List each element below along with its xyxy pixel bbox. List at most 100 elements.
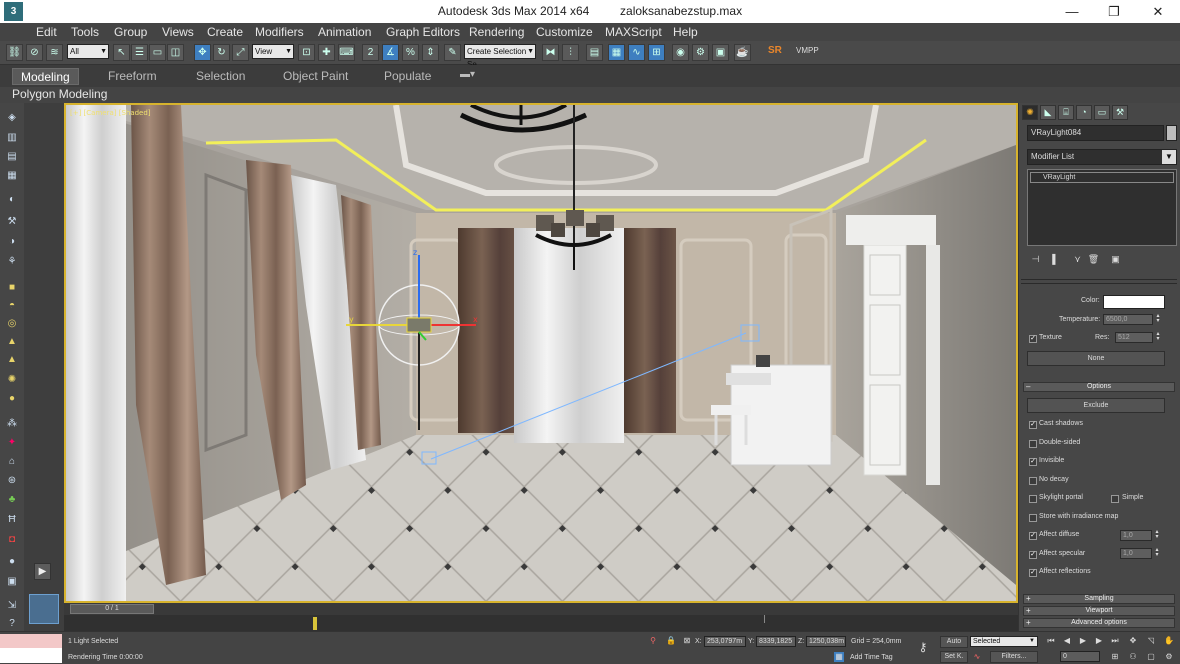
- align-icon[interactable]: ⫶: [562, 44, 579, 61]
- menu-graph-editors[interactable]: Graph Editors: [386, 25, 460, 39]
- temperature-spinner[interactable]: ▴ ▾: [1155, 313, 1161, 325]
- plane-icon[interactable]: ⌂: [5, 455, 19, 468]
- affect-reflections-checkbox[interactable]: [1029, 569, 1037, 577]
- current-frame-field[interactable]: 0: [1060, 651, 1100, 662]
- menu-edit[interactable]: Edit: [36, 25, 57, 39]
- select-rotate-icon[interactable]: ↻: [213, 44, 230, 61]
- affect-diffuse-spinner[interactable]: ▴ ▾: [1154, 529, 1160, 541]
- menu-help[interactable]: Help: [673, 25, 698, 39]
- system-icon[interactable]: ⚘: [5, 255, 19, 268]
- sphere-icon[interactable]: ▤: [5, 150, 19, 163]
- teapot-icon[interactable]: ⊛: [5, 474, 19, 487]
- menu-modifiers[interactable]: Modifiers: [255, 25, 304, 39]
- tab-object-paint[interactable]: Object Paint: [275, 68, 356, 85]
- render-production-icon[interactable]: ☕: [734, 44, 751, 61]
- helper-icon[interactable]: ⚒: [5, 215, 19, 228]
- minimize-button[interactable]: —: [1050, 0, 1094, 23]
- named-selection-dropdown[interactable]: Create Selection Se ▼: [464, 44, 536, 69]
- store-irradiance-checkbox[interactable]: [1029, 514, 1037, 522]
- light-icon[interactable]: ▦: [5, 169, 19, 182]
- material-editor-icon[interactable]: ◉: [672, 44, 689, 61]
- cylinder-icon[interactable]: ▣: [5, 575, 19, 588]
- percent-snap-icon[interactable]: %: [402, 44, 419, 61]
- field-of-view-icon[interactable]: ◹: [1146, 636, 1156, 646]
- bind-spacewarp-icon[interactable]: ≋: [46, 44, 63, 61]
- menu-tools[interactable]: Tools: [71, 25, 99, 39]
- create-tab-icon[interactable]: ✺: [1022, 105, 1038, 120]
- spinner-snap-icon[interactable]: ⇕: [422, 44, 439, 61]
- menu-views[interactable]: Views: [162, 25, 194, 39]
- dome-icon[interactable]: ◓: [5, 299, 19, 312]
- utilities-tab-icon[interactable]: ⚒: [1112, 105, 1128, 120]
- tab-freeform[interactable]: Freeform: [100, 68, 165, 85]
- select-manipulate-icon[interactable]: ✚: [318, 44, 335, 61]
- pin-stack-icon[interactable]: ⊣: [1029, 253, 1042, 266]
- light-color-swatch[interactable]: [1103, 295, 1165, 309]
- walkthrough-icon[interactable]: ⚙: [1164, 652, 1174, 662]
- maximize-button[interactable]: ❐: [1092, 0, 1136, 23]
- viewport-label[interactable]: [+] [Camera] [Shaded]: [70, 109, 151, 117]
- z-coordinate-field[interactable]: 1250,038m: [806, 636, 846, 647]
- tab-populate[interactable]: Populate: [376, 68, 439, 85]
- key-mode-icon[interactable]: ⊞: [1110, 652, 1120, 662]
- cube-icon[interactable]: ▥: [5, 131, 19, 144]
- auto-key-button[interactable]: Auto: [940, 636, 968, 648]
- pyramid-icon[interactable]: ▲: [5, 353, 19, 366]
- mirror-icon[interactable]: ⧓: [542, 44, 559, 61]
- object-color-swatch[interactable]: [1166, 125, 1177, 141]
- ribbon-options-icon[interactable]: ▬▾: [452, 68, 483, 85]
- rect-region-icon[interactable]: ▭: [149, 44, 166, 61]
- unlink-icon[interactable]: ⊘: [26, 44, 43, 61]
- y-coordinate-field[interactable]: 8339,1825: [756, 636, 796, 647]
- schematic-view-icon[interactable]: ⊞: [648, 44, 665, 61]
- x-coordinate-field[interactable]: 253,0797m: [704, 636, 746, 647]
- render-setup-icon[interactable]: ⚙: [692, 44, 709, 61]
- snap-2-5-icon[interactable]: 2: [362, 44, 379, 61]
- add-time-tag[interactable]: Add Time Tag: [850, 654, 893, 661]
- menu-maxscript[interactable]: MAXScript: [605, 25, 662, 39]
- close-button[interactable]: ✕: [1136, 0, 1180, 23]
- torus-icon[interactable]: ◎: [5, 317, 19, 330]
- affect-specular-checkbox[interactable]: [1029, 551, 1037, 559]
- link-icon[interactable]: ⛓: [6, 44, 23, 61]
- filters-button[interactable]: Filters...: [990, 651, 1038, 663]
- question-icon[interactable]: ?: [5, 617, 19, 630]
- motion-tab-icon[interactable]: ◔: [1076, 105, 1092, 120]
- key-icon[interactable]: ⚷: [914, 641, 932, 653]
- previous-frame-icon[interactable]: ◀: [1062, 636, 1072, 646]
- hair-icon[interactable]: Ħ: [5, 513, 19, 526]
- select-scale-icon[interactable]: ⤢: [232, 44, 249, 61]
- edit-named-sel-icon[interactable]: ✎: [444, 44, 461, 61]
- window-crossing-icon[interactable]: ◫: [167, 44, 184, 61]
- affect-specular-field[interactable]: 1,0: [1120, 548, 1152, 559]
- camera-icon[interactable]: ◐: [5, 193, 19, 206]
- res-field[interactable]: 512: [1115, 332, 1153, 343]
- sphere-gizmo-icon[interactable]: ●: [5, 555, 19, 568]
- polygon-modeling-label[interactable]: Polygon Modeling: [12, 87, 107, 101]
- advanced-options-rollout[interactable]: + Advanced options: [1023, 618, 1175, 628]
- configure-sets-icon[interactable]: ▣: [1109, 253, 1122, 266]
- plant-icon[interactable]: ♣: [5, 493, 19, 506]
- box-icon[interactable]: ■: [5, 281, 19, 294]
- time-slider[interactable]: 0 / 1: [64, 603, 1018, 615]
- selection-filter-dropdown[interactable]: All ▼: [67, 44, 109, 59]
- menu-animation[interactable]: Animation: [318, 25, 371, 39]
- tube-icon[interactable]: ◘: [5, 533, 19, 546]
- remove-modifier-icon[interactable]: 🗑: [1087, 253, 1100, 266]
- vray-icon[interactable]: ◈: [5, 111, 19, 124]
- tab-selection[interactable]: Selection: [188, 68, 253, 85]
- geosphere-icon[interactable]: ●: [5, 392, 19, 405]
- maxscript-output[interactable]: [0, 634, 62, 648]
- sampling-rollout[interactable]: + Sampling: [1023, 594, 1175, 604]
- select-move-icon[interactable]: ✥: [194, 44, 211, 61]
- reference-coord-dropdown[interactable]: View ▼: [252, 44, 294, 59]
- cone-icon[interactable]: ▲: [5, 335, 19, 348]
- key-filter-dropdown[interactable]: Selected ▼: [970, 636, 1038, 647]
- skylight-portal-checkbox[interactable]: [1029, 495, 1037, 503]
- no-decay-checkbox[interactable]: [1029, 477, 1037, 485]
- perspective-viewport[interactable]: x z y [+] [Camera] [Shaded]: [64, 103, 1018, 603]
- time-tag-icon[interactable]: ▦: [834, 652, 844, 662]
- sr-button[interactable]: SR: [768, 45, 782, 56]
- keyboard-shortcut-icon[interactable]: ⌨: [338, 44, 355, 61]
- make-unique-icon[interactable]: ⋎: [1071, 253, 1084, 266]
